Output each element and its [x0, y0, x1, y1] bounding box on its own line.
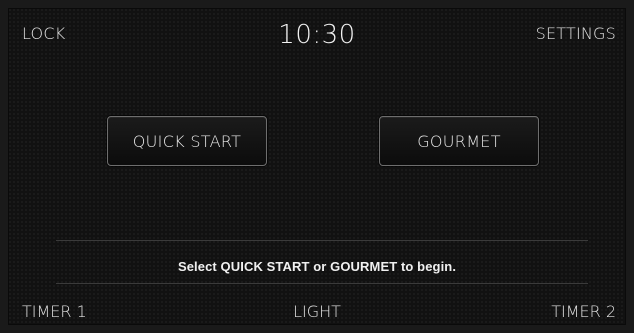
status-divider-top — [56, 240, 588, 241]
clock-display: 10:30 — [278, 20, 356, 50]
status-divider-bottom — [56, 283, 588, 284]
gourmet-button[interactable]: GOURMET — [379, 116, 539, 166]
light-button[interactable]: LIGHT — [8, 302, 626, 321]
status-message: Select QUICK START or GOURMET to begin. — [177, 259, 457, 274]
settings-button[interactable]: SETTINGS — [536, 24, 616, 43]
quick-start-button[interactable]: QUICK START — [107, 116, 267, 166]
timer2-button[interactable]: TIMER 2 — [551, 302, 616, 321]
oven-control-screen: LOCK 10:30 SETTINGS QUICK START GOURMET … — [8, 8, 626, 325]
